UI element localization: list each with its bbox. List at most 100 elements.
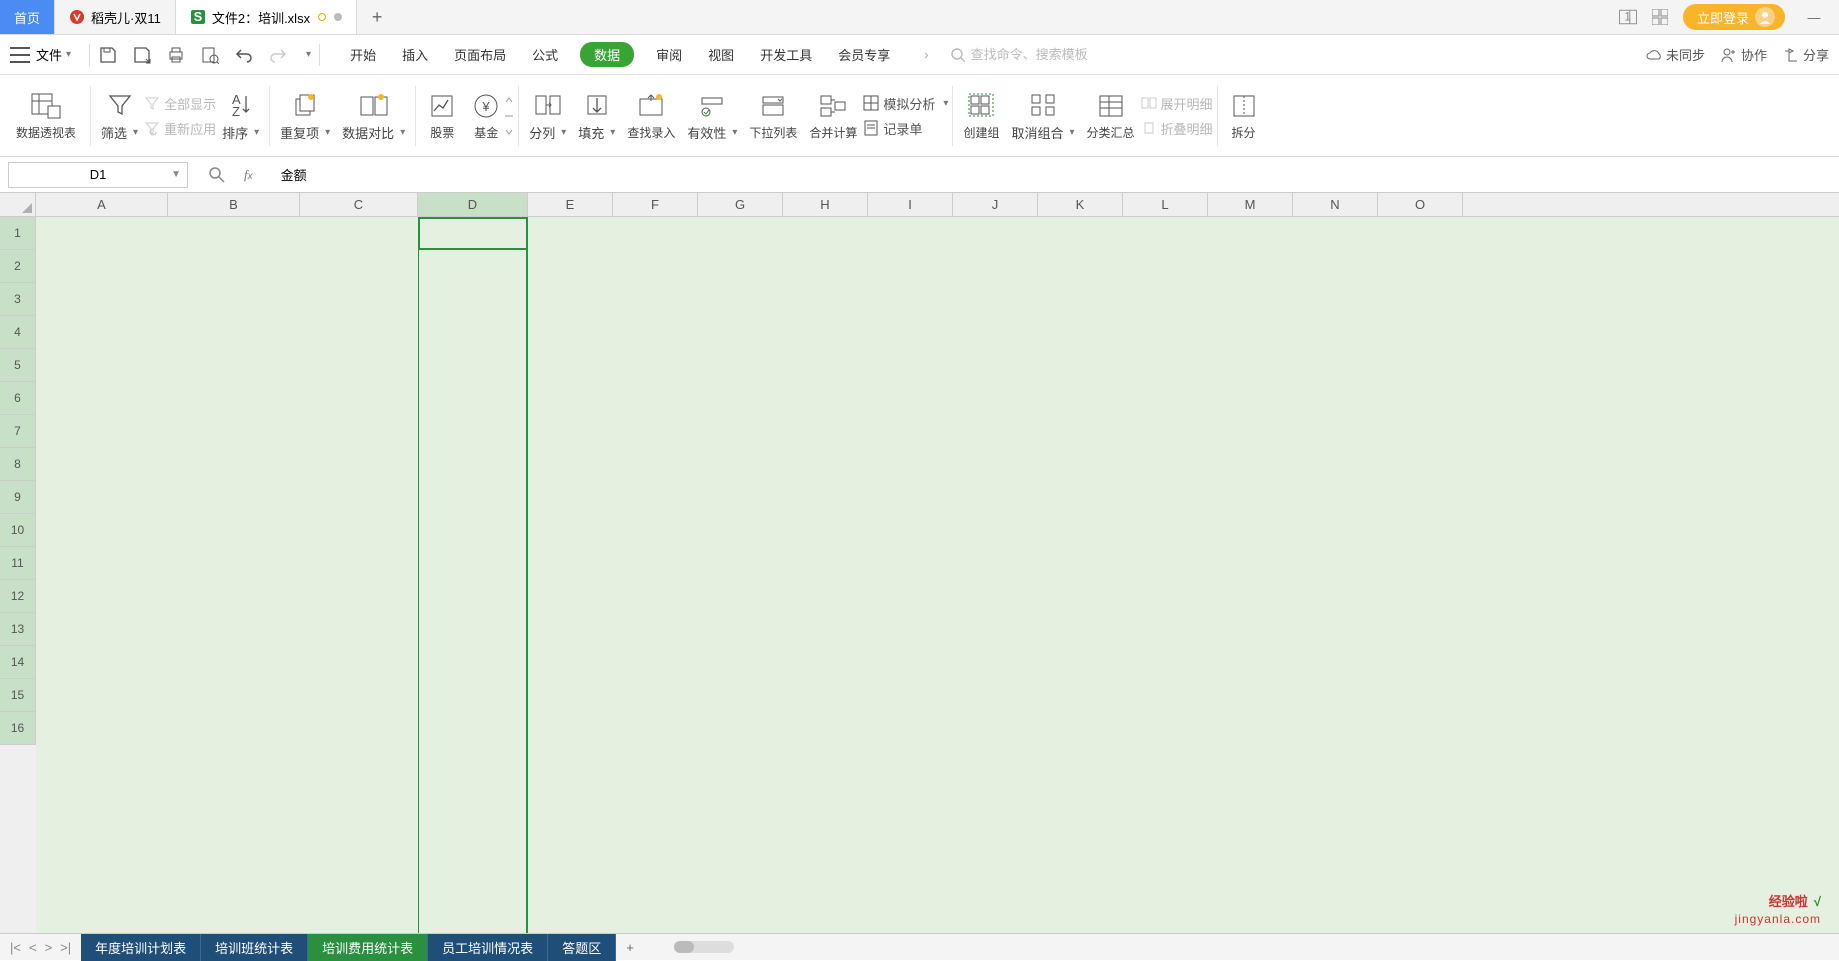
print-preview-icon[interactable] xyxy=(200,45,220,65)
row-header-13[interactable]: 13 xyxy=(0,613,36,646)
col-header-O[interactable]: O xyxy=(1378,193,1463,216)
tab-layout[interactable]: 页面布局 xyxy=(450,42,510,67)
doc-tab-1[interactable]: 稻壳儿·双11 xyxy=(55,0,176,34)
tabs-more[interactable]: › xyxy=(920,47,932,62)
fill-button[interactable]: 填充▾ xyxy=(572,75,621,156)
print-icon[interactable] xyxy=(166,45,186,65)
tab-dev[interactable]: 开发工具 xyxy=(756,42,816,67)
sync-button[interactable]: 未同步 xyxy=(1646,45,1705,64)
row-header-11[interactable]: 11 xyxy=(0,547,36,580)
col-header-N[interactable]: N xyxy=(1293,193,1378,216)
h-scrollbar[interactable] xyxy=(674,941,734,953)
compare-button[interactable]: 数据对比▾ xyxy=(336,75,411,156)
share-button[interactable]: 分享 xyxy=(1783,45,1829,64)
filter-button[interactable]: 筛选▾ xyxy=(95,75,144,156)
save-icon[interactable] xyxy=(98,45,118,65)
find-entry-button[interactable]: 查找录入 xyxy=(621,75,681,156)
search-input[interactable] xyxy=(971,47,1131,62)
subtotal-button[interactable]: 分类汇总 xyxy=(1081,75,1141,156)
record-button[interactable]: 记录单 xyxy=(863,119,948,138)
ungroup-button[interactable]: 取消组合▾ xyxy=(1005,75,1080,156)
collapse-button[interactable]: 折叠明细 xyxy=(1141,119,1213,138)
dropdown-button[interactable]: 下拉列表 xyxy=(743,75,803,156)
col-header-I[interactable]: I xyxy=(868,193,953,216)
tab-review[interactable]: 审阅 xyxy=(652,42,686,67)
row-header-9[interactable]: 9 xyxy=(0,481,36,514)
col-header-A[interactable]: A xyxy=(36,193,168,216)
group-button[interactable]: 创建组 xyxy=(957,75,1005,156)
row-header-5[interactable]: 5 xyxy=(0,349,36,382)
col-header-B[interactable]: B xyxy=(168,193,300,216)
col-header-J[interactable]: J xyxy=(953,193,1038,216)
sheet-tab[interactable]: 培训费用统计表 xyxy=(308,934,428,961)
col-header-E[interactable]: E xyxy=(528,193,613,216)
row-header-10[interactable]: 10 xyxy=(0,514,36,547)
row-header-3[interactable]: 3 xyxy=(0,283,36,316)
add-sheet[interactable]: + xyxy=(616,940,644,955)
save-as-icon[interactable] xyxy=(132,45,152,65)
sort-button[interactable]: AZ 排序▾ xyxy=(216,75,265,156)
consolidate-button[interactable]: 合并计算 xyxy=(803,75,863,156)
col-header-F[interactable]: F xyxy=(613,193,698,216)
cells-area[interactable]: 培训编号项目明细发生日期金额2020T043培训讲师费2020/3/132400… xyxy=(36,217,1839,933)
whatif-button[interactable]: 模拟分析▾ xyxy=(863,94,948,113)
qat-more[interactable]: ▾ xyxy=(306,49,311,60)
row-header-7[interactable]: 7 xyxy=(0,415,36,448)
fund-button[interactable]: ¥ 基金 xyxy=(464,75,508,156)
tab-member[interactable]: 会员专享 xyxy=(834,42,894,67)
select-all-corner[interactable] xyxy=(0,193,36,216)
duplicates-button[interactable]: 重复项▾ xyxy=(274,75,336,156)
expand-button[interactable]: 展开明细 xyxy=(1141,94,1213,113)
row-header-1[interactable]: 1 xyxy=(0,217,36,250)
name-box[interactable]: D1 ▼ xyxy=(8,162,188,188)
fx-icon[interactable]: fx xyxy=(244,167,253,183)
datatype-more[interactable] xyxy=(504,75,514,156)
tab-insert[interactable]: 插入 xyxy=(398,42,432,67)
row-header-4[interactable]: 4 xyxy=(0,316,36,349)
col-header-M[interactable]: M xyxy=(1208,193,1293,216)
formula-input[interactable]: 金额 xyxy=(273,165,1839,184)
tab-view[interactable]: 视图 xyxy=(704,42,738,67)
validity-button[interactable]: 有效性▾ xyxy=(681,75,743,156)
layout-icon[interactable]: 1 xyxy=(1619,8,1637,26)
col-header-H[interactable]: H xyxy=(783,193,868,216)
home-tab[interactable]: 首页 xyxy=(0,0,55,34)
coop-button[interactable]: 协作 xyxy=(1721,45,1767,64)
col-header-K[interactable]: K xyxy=(1038,193,1123,216)
tab-data[interactable]: 数据 xyxy=(580,42,634,67)
file-menu[interactable]: 文件 ▾ xyxy=(10,45,71,64)
row-header-15[interactable]: 15 xyxy=(0,679,36,712)
redo-icon[interactable] xyxy=(268,45,288,65)
row-header-16[interactable]: 16 xyxy=(0,712,36,745)
sheet-tab[interactable]: 培训班统计表 xyxy=(201,934,308,961)
row-header-14[interactable]: 14 xyxy=(0,646,36,679)
col-header-G[interactable]: G xyxy=(698,193,783,216)
minimize-button[interactable]: — xyxy=(1799,10,1829,25)
reapply-button[interactable]: 重新应用 xyxy=(144,119,216,138)
next-sheet[interactable]: > xyxy=(45,940,53,955)
row-header-6[interactable]: 6 xyxy=(0,382,36,415)
stock-button[interactable]: 股票 xyxy=(420,75,464,156)
pivot-button[interactable]: 数据透视表 xyxy=(6,75,86,156)
col-header-D[interactable]: D xyxy=(418,193,528,216)
login-button[interactable]: 立即登录 xyxy=(1683,4,1785,30)
sheet-tab[interactable]: 答题区 xyxy=(548,934,616,961)
col-header-L[interactable]: L xyxy=(1123,193,1208,216)
row-header-8[interactable]: 8 xyxy=(0,448,36,481)
break-button[interactable]: 拆分 xyxy=(1222,75,1266,156)
sheet-tab[interactable]: 员工培训情况表 xyxy=(428,934,548,961)
new-tab-button[interactable]: + xyxy=(357,0,397,34)
first-sheet[interactable]: |< xyxy=(10,940,21,955)
col-header-C[interactable]: C xyxy=(300,193,418,216)
prev-sheet[interactable]: < xyxy=(29,940,37,955)
trace-icon[interactable] xyxy=(208,166,226,184)
split-button[interactable]: 分列▾ xyxy=(523,75,572,156)
grid-icon[interactable] xyxy=(1651,8,1669,26)
sheet-tab[interactable]: 年度培训计划表 xyxy=(81,934,201,961)
row-header-12[interactable]: 12 xyxy=(0,580,36,613)
chevron-down-icon[interactable]: ▼ xyxy=(171,169,181,180)
tab-start[interactable]: 开始 xyxy=(346,42,380,67)
last-sheet[interactable]: >| xyxy=(60,940,71,955)
command-search[interactable] xyxy=(951,47,1131,62)
doc-tab-2[interactable]: S 文件2：培训.xlsx xyxy=(176,0,357,34)
